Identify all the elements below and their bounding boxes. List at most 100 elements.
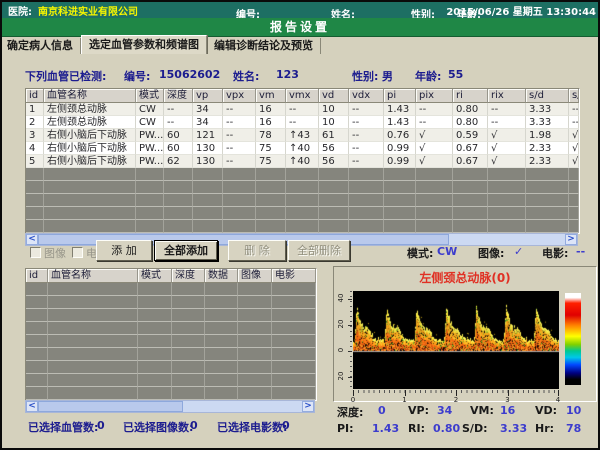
cell: 0.99 xyxy=(384,155,416,168)
column-header-pix: pix xyxy=(416,89,453,103)
column-header-vdx: vdx xyxy=(349,89,384,103)
scroll-left-button[interactable]: < xyxy=(26,401,38,412)
empty-cell xyxy=(193,168,223,181)
empty-cell xyxy=(526,207,569,220)
cell: 62 xyxy=(164,155,193,168)
checkbox-image[interactable] xyxy=(30,247,41,258)
cell: ↑43 xyxy=(286,129,319,142)
column-header-id: id xyxy=(26,89,44,103)
cell: 2 xyxy=(26,116,44,129)
checkbox-cine[interactable] xyxy=(72,247,83,258)
empty-cell xyxy=(238,387,272,400)
gender-label: 性别: xyxy=(352,68,378,84)
empty-cell xyxy=(488,168,526,181)
empty-cell xyxy=(238,374,272,387)
column-header-rix: rix xyxy=(488,89,526,103)
empty-cell xyxy=(488,194,526,207)
empty-cell xyxy=(48,309,138,322)
empty-cell xyxy=(223,194,256,207)
cell: 75 xyxy=(256,155,286,168)
empty-cell xyxy=(172,348,205,361)
cell: ↑40 xyxy=(286,155,319,168)
datetime-display: 2015/06/26 星期五 13:30:44 xyxy=(446,3,596,18)
column-header-pi: pi xyxy=(384,89,416,103)
empty-cell xyxy=(272,309,316,322)
cell: 121 xyxy=(193,129,223,142)
scroll-right-button[interactable]: > xyxy=(565,234,577,245)
cell: -- xyxy=(349,155,384,168)
empty-row xyxy=(26,283,316,296)
empty-cell xyxy=(319,220,349,233)
empty-row xyxy=(26,207,579,220)
tab-bar: 确定病人信息选定血管参数和频谱图编辑诊断结论及预览 xyxy=(0,36,600,54)
table-row[interactable]: 5右侧小脑后下动脉PW...62130--75↑4056--0.99√0.67√… xyxy=(26,155,579,168)
empty-row xyxy=(26,387,316,400)
cell: -- xyxy=(164,116,193,129)
empty-cell xyxy=(205,374,238,387)
scroll-thumb[interactable] xyxy=(38,401,183,412)
cell: 5 xyxy=(26,155,44,168)
counter-value: 0 xyxy=(282,419,290,432)
status-image-label: 图像: xyxy=(478,245,504,261)
table-row[interactable]: 3右侧小脑后下动脉PW...60121--78↑4361--0.76√0.59√… xyxy=(26,129,579,142)
add-all-button[interactable]: 全部添加 xyxy=(154,240,218,261)
cell: √ xyxy=(416,142,453,155)
empty-cell xyxy=(26,283,48,296)
status-mode-value: CW xyxy=(437,245,457,258)
table-row[interactable]: 1左侧颈总动脉CW--34--16--10--1.43--0.80--3.33-… xyxy=(26,103,579,116)
cell: 34 xyxy=(193,103,223,116)
cell: √ xyxy=(488,155,526,168)
empty-cell xyxy=(138,361,172,374)
empty-cell xyxy=(26,181,44,194)
empty-cell xyxy=(453,168,488,181)
scroll-left-button[interactable]: < xyxy=(26,234,38,245)
empty-cell xyxy=(349,181,384,194)
empty-cell xyxy=(223,207,256,220)
status-image-value: ✓ xyxy=(514,245,523,258)
tab-3[interactable]: 编辑诊断结论及预览 xyxy=(207,38,321,54)
empty-cell xyxy=(349,220,384,233)
empty-cell xyxy=(136,181,164,194)
cell: √ xyxy=(416,129,453,142)
empty-cell xyxy=(138,374,172,387)
empty-cell xyxy=(26,194,44,207)
empty-cell xyxy=(44,194,136,207)
table-row[interactable]: 2左侧颈总动脉CW--34--16--10--1.43--0.80--3.33-… xyxy=(26,116,579,129)
empty-cell xyxy=(286,181,319,194)
vessel-table-header-row: id血管名称模式深度vpvpxvmvmxvdvdxpipixririxs/ds/ xyxy=(26,89,579,103)
table-row[interactable]: 4右侧小脑后下动脉PW...60130--75↑4056--0.99√0.67√… xyxy=(26,142,579,155)
cell: -- xyxy=(349,103,384,116)
cell: √ xyxy=(569,142,579,155)
empty-cell xyxy=(526,168,569,181)
empty-cell xyxy=(172,296,205,309)
empty-cell xyxy=(205,361,238,374)
stat-label: S/D: xyxy=(462,422,487,435)
empty-cell xyxy=(453,194,488,207)
stat-value: 78 xyxy=(566,422,581,435)
stat-value: 10 xyxy=(566,404,581,417)
empty-cell xyxy=(26,387,48,400)
empty-cell xyxy=(26,348,48,361)
tab-1[interactable]: 确定病人信息 xyxy=(0,38,81,54)
selected-table-hscrollbar[interactable]: <> xyxy=(25,400,315,413)
cell: PW... xyxy=(136,155,164,168)
cell: 0.67 xyxy=(453,155,488,168)
empty-cell xyxy=(138,335,172,348)
cell: -- xyxy=(164,103,193,116)
add-button[interactable]: 添 加 xyxy=(96,240,152,261)
empty-cell xyxy=(453,181,488,194)
cell: PW... xyxy=(136,129,164,142)
empty-cell xyxy=(164,220,193,233)
cell: 2.33 xyxy=(526,155,569,168)
stat-value: 34 xyxy=(437,404,452,417)
cell: √ xyxy=(569,129,579,142)
cell: -- xyxy=(416,103,453,116)
empty-cell xyxy=(223,168,256,181)
cell: 34 xyxy=(193,116,223,129)
scroll-right-button[interactable]: > xyxy=(302,401,314,412)
empty-row xyxy=(26,322,316,335)
tab-2[interactable]: 选定血管参数和频谱图 xyxy=(81,35,207,54)
empty-cell xyxy=(48,322,138,335)
counter-label: 已选择图像数: xyxy=(123,419,193,435)
cell: -- xyxy=(349,142,384,155)
